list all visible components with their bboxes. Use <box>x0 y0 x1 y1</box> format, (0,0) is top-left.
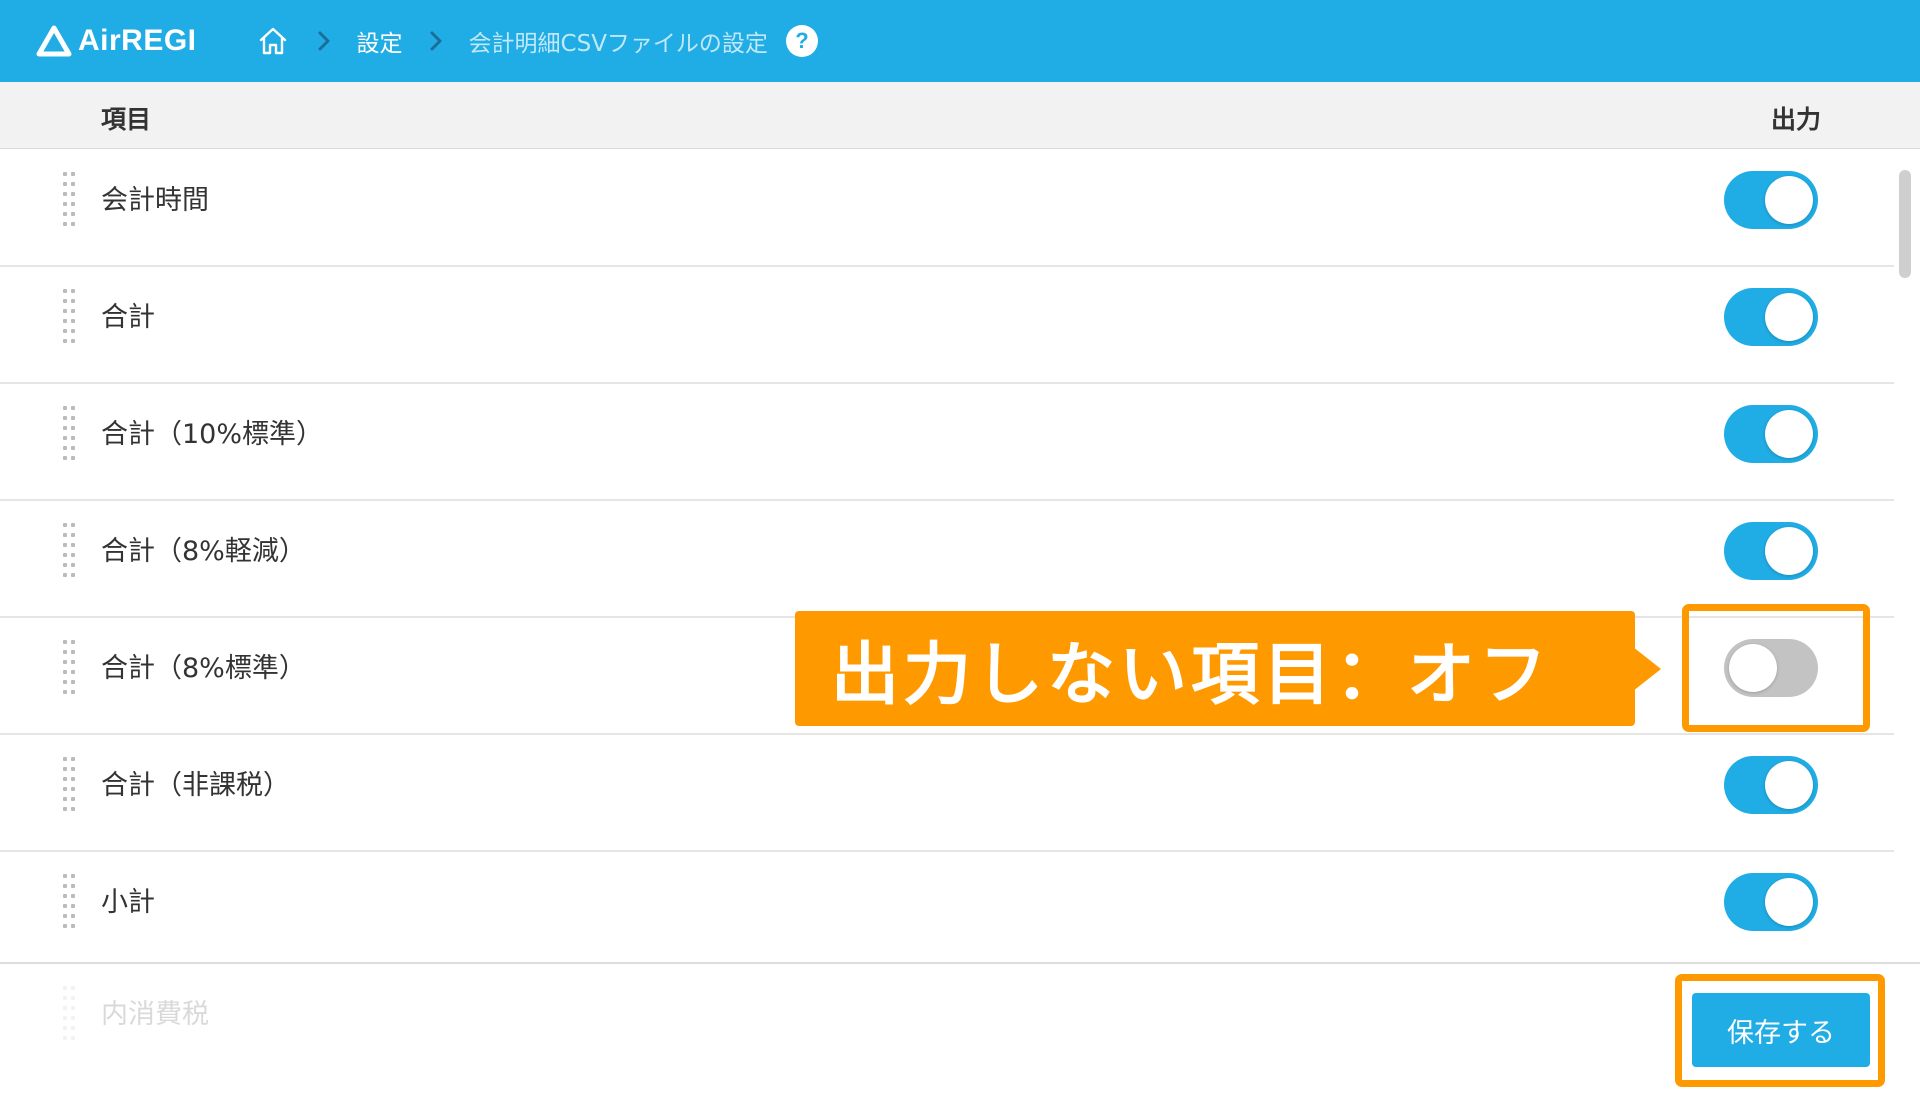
list-item: 合計（非課税） <box>0 735 1894 852</box>
annotation-arrow-icon <box>1633 647 1661 691</box>
output-toggle[interactable] <box>1724 171 1818 229</box>
breadcrumb-settings[interactable]: 設定 <box>357 24 403 58</box>
breadcrumb: 設定 会計明細CSVファイルの設定 ? <box>255 0 818 82</box>
column-header-item: 項目 <box>101 105 152 134</box>
column-header: 項目 出力 <box>0 82 1920 149</box>
chevron-right-icon <box>425 30 447 52</box>
toggle-knob <box>1765 527 1813 575</box>
list-item: 小計 <box>0 852 1894 962</box>
toggle-knob <box>1765 176 1813 224</box>
row-label: 小計 <box>101 887 155 918</box>
chevron-right-icon <box>313 30 335 52</box>
drag-handle-icon[interactable] <box>63 523 77 577</box>
toggle-knob <box>1765 410 1813 458</box>
toggle-knob <box>1765 761 1813 809</box>
list-item: 会計時間 <box>0 150 1894 267</box>
list-item-faded: 内消費税 <box>0 964 1894 1081</box>
breadcrumb-current: 会計明細CSVファイルの設定 <box>468 31 768 57</box>
row-label: 合計（8%標準） <box>101 653 306 684</box>
app-header: AirREGI 設定 会計明細CSVファイルの設定 ? <box>0 0 1920 82</box>
output-toggle[interactable] <box>1724 873 1818 931</box>
drag-handle-icon <box>63 986 77 1040</box>
breadcrumb-home[interactable] <box>255 23 291 59</box>
drag-handle-icon[interactable] <box>63 289 77 343</box>
list-item: 合計（8%軽減） <box>0 501 1894 618</box>
row-label: 合計（非課税） <box>101 770 290 801</box>
airregi-logo[interactable]: AirREGI <box>36 0 197 82</box>
row-label: 会計時間 <box>101 185 209 216</box>
list-item: 合計（10%標準） <box>0 384 1894 501</box>
help-icon[interactable]: ? <box>785 25 818 57</box>
home-icon <box>259 27 286 55</box>
drag-handle-icon[interactable] <box>63 640 77 694</box>
column-header-output: 出力 <box>1771 105 1822 134</box>
drag-handle-icon[interactable] <box>63 172 77 226</box>
airregi-logo-icon <box>36 25 72 57</box>
annotation-highlight-save <box>1675 974 1885 1087</box>
footer-bar: 内消費税 <box>0 962 1920 1094</box>
drag-handle-icon[interactable] <box>63 757 77 811</box>
row-label: 合計 <box>101 302 155 333</box>
output-toggle[interactable] <box>1724 288 1818 346</box>
logo-text: AirREGI <box>78 24 197 57</box>
row-label: 合計（10%標準） <box>101 419 324 450</box>
annotation-highlight-toggle <box>1682 604 1870 732</box>
list-item: 合計 <box>0 267 1894 384</box>
row-label: 内消費税 <box>101 999 209 1030</box>
row-label: 合計（8%軽減） <box>101 536 306 567</box>
toggle-knob <box>1765 293 1813 341</box>
output-toggle[interactable] <box>1724 405 1818 463</box>
annotation-callout-text: 出力しない項目：オフ <box>831 636 1552 715</box>
output-toggle[interactable] <box>1724 522 1818 580</box>
toggle-knob <box>1765 878 1813 926</box>
list-scrollbar[interactable] <box>1894 150 1920 962</box>
scroll-thumb[interactable] <box>1899 170 1911 278</box>
drag-handle-icon[interactable] <box>63 406 77 460</box>
drag-handle-icon[interactable] <box>63 874 77 928</box>
annotation-callout: 出力しない項目：オフ <box>795 611 1635 726</box>
output-toggle[interactable] <box>1724 756 1818 814</box>
item-list: 会計時間 合計 合計（10%標準） 合計（8%軽減） 合計（8%標準） 合計（非… <box>0 150 1894 962</box>
